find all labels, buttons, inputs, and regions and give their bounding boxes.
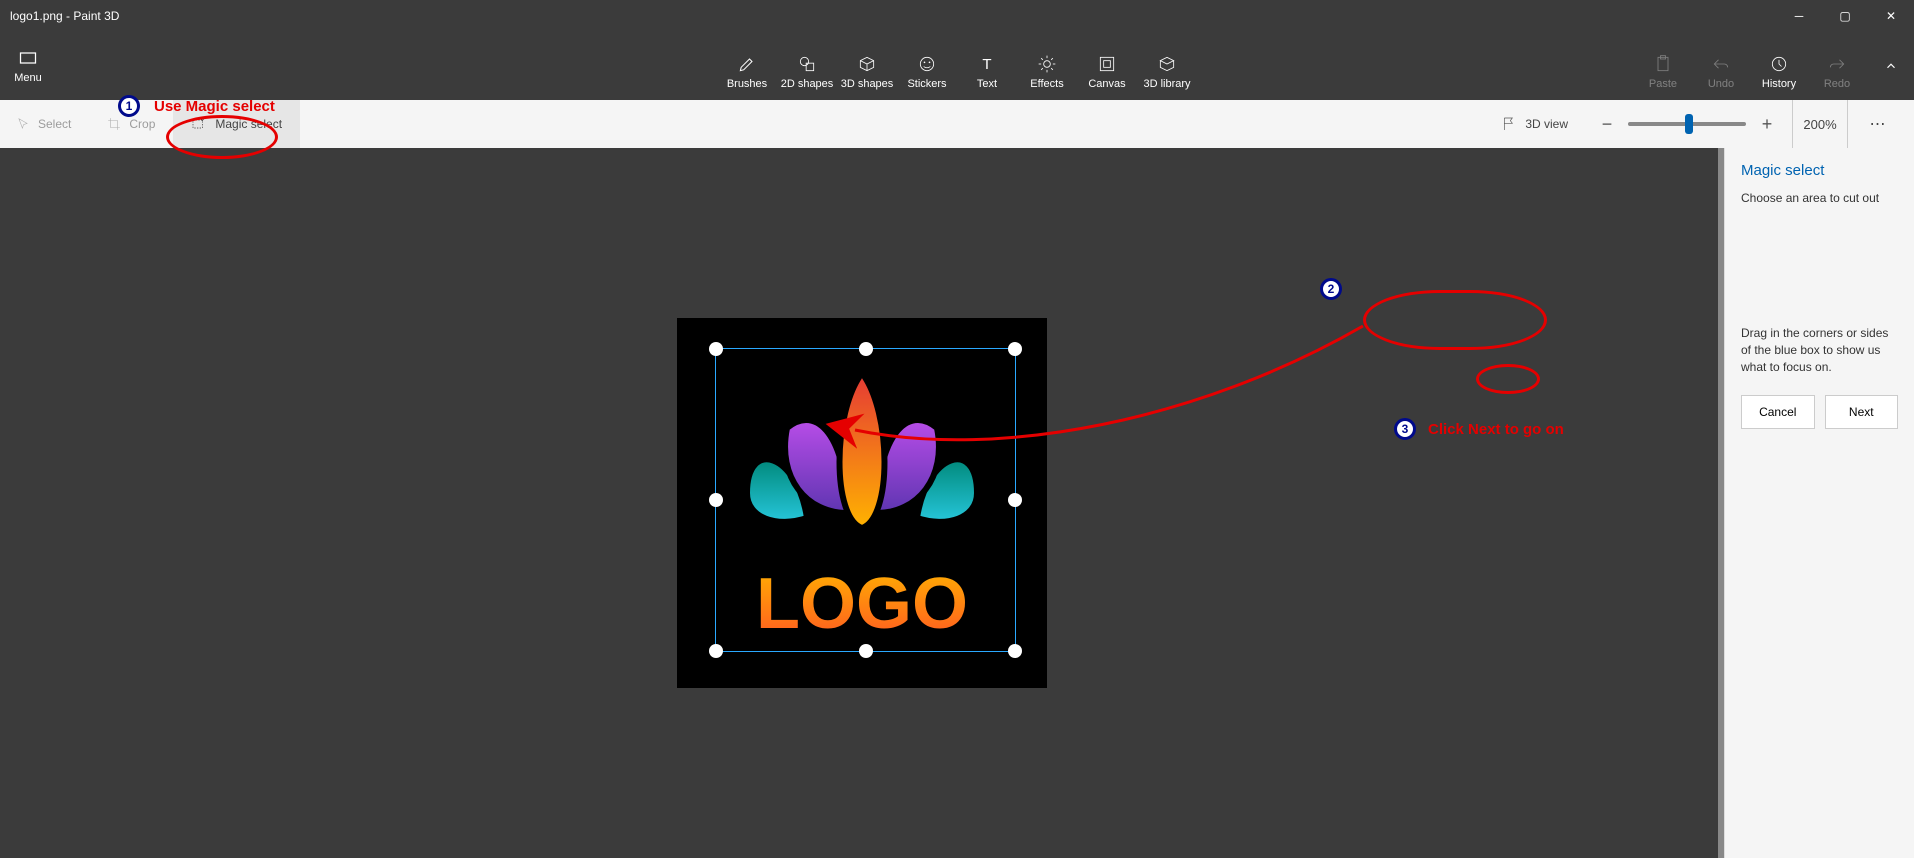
more-options-button[interactable]: ⋯ [1858,114,1898,134]
ribbon: Menu Brushes 2D shapes 3D shapes Sticker… [0,32,1914,100]
annotation-1: 1 Use Magic select [118,95,275,117]
zoom-slider-thumb[interactable] [1685,114,1693,134]
ribbon-history[interactable]: History [1750,38,1808,92]
annotation-2: 2 [1320,278,1342,300]
selection-box[interactable] [715,348,1016,652]
menu-label: Menu [14,72,42,84]
minimize-button[interactable]: ─ [1776,0,1822,32]
redo-icon [1827,54,1847,74]
zoom-in-button[interactable]: + [1752,114,1782,135]
handle-s[interactable] [859,644,873,658]
cancel-button[interactable]: Cancel [1741,395,1815,429]
shapes-2d-icon [797,54,817,74]
annotation-1-text: Use Magic select [154,98,275,115]
annotation-3-text: Click Next to go on [1428,421,1564,438]
select-tool[interactable]: Select [0,100,89,148]
3d-view-toggle[interactable]: 3D view [1487,100,1582,148]
chevron-up-icon [1884,59,1898,73]
maximize-button[interactable]: ▢ [1822,0,1868,32]
zoom-value[interactable]: 200% [1792,100,1848,148]
next-button[interactable]: Next [1825,395,1899,429]
panel-subtitle: Choose an area to cut out [1741,191,1898,205]
ribbon-3d-library[interactable]: 3D library [1138,38,1196,92]
ribbon-stickers[interactable]: Stickers [898,38,956,92]
text-icon: T [977,54,997,74]
ribbon-3d-shapes[interactable]: 3D shapes [838,38,896,92]
canvas-icon [1097,54,1117,74]
badge-2-icon: 2 [1320,278,1342,300]
window-title: logo1.png - Paint 3D [0,9,119,23]
expand-ribbon-button[interactable] [1868,32,1914,100]
history-icon [1769,54,1789,74]
undo-icon [1711,54,1731,74]
shapes-3d-icon [857,54,877,74]
ribbon-undo: Undo [1692,38,1750,92]
ribbon-redo: Redo [1808,38,1866,92]
handle-nw[interactable] [709,342,723,356]
titlebar: logo1.png - Paint 3D ─ ▢ ✕ [0,0,1914,32]
zoom-out-button[interactable]: − [1592,114,1622,135]
panel-hint: Drag in the corners or sides of the blue… [1741,325,1898,375]
annotation-3: 3 Click Next to go on [1394,418,1564,440]
canvas-image: LOGO [677,318,1047,688]
side-panel: Magic select Choose an area to cut out D… [1724,148,1914,858]
ribbon-brushes[interactable]: Brushes [718,38,776,92]
zoom-slider[interactable] [1628,122,1746,126]
handle-n[interactable] [859,342,873,356]
close-button[interactable]: ✕ [1868,0,1914,32]
flag-icon [1501,116,1517,132]
ribbon-effects[interactable]: Effects [1018,38,1076,92]
sub-toolbar: Select Crop Magic select 3D view − + 200… [0,100,1914,148]
ribbon-canvas[interactable]: Canvas [1078,38,1136,92]
ribbon-text[interactable]: T Text [958,38,1016,92]
magic-select-icon [191,116,207,132]
panel-title: Magic select [1741,162,1898,179]
handle-sw[interactable] [709,644,723,658]
canvas-area[interactable]: LOGO [0,148,1724,858]
library-icon [1157,54,1177,74]
effects-icon [1037,54,1057,74]
badge-3-icon: 3 [1394,418,1416,440]
menu-button[interactable]: Menu [0,32,56,100]
crop-icon [107,117,121,131]
cursor-icon [16,117,30,131]
ribbon-2d-shapes[interactable]: 2D shapes [778,38,836,92]
ribbon-paste: Paste [1634,38,1692,92]
handle-w[interactable] [709,493,723,507]
brush-icon [737,54,757,74]
paste-icon [1653,54,1673,74]
badge-1-icon: 1 [118,95,140,117]
folder-icon [18,48,38,68]
handle-e[interactable] [1008,493,1022,507]
sticker-icon [917,54,937,74]
handle-ne[interactable] [1008,342,1022,356]
svg-text:T: T [982,56,991,73]
handle-se[interactable] [1008,644,1022,658]
